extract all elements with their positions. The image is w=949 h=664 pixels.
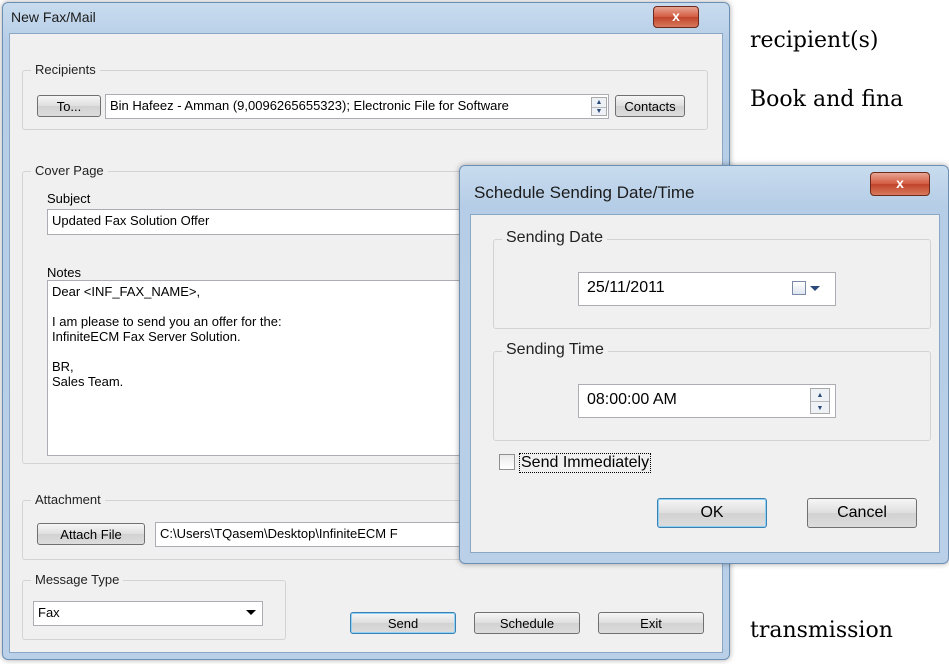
ok-button-label: OK (700, 504, 724, 521)
chevron-down-icon[interactable] (810, 286, 820, 291)
attachment-group-label: Attachment (31, 492, 105, 507)
subject-value: Updated Fax Solution Offer (52, 213, 210, 228)
cancel-button[interactable]: Cancel (807, 498, 917, 528)
schedule-dialog: Schedule Sending Date/Time x Sending Dat… (459, 165, 949, 564)
close-icon: x (672, 8, 680, 24)
close-button[interactable]: x (653, 6, 699, 28)
window-title: New Fax/Mail (11, 9, 96, 25)
message-type-group: Message Type Fax (22, 572, 286, 640)
recipients-value: Bin Hafeez - Amman (9,0096265655323); El… (110, 98, 509, 113)
close-icon: x (896, 175, 904, 191)
recipients-field[interactable]: Bin Hafeez - Amman (9,0096265655323); El… (105, 94, 609, 119)
subject-label: Subject (47, 191, 91, 206)
attach-file-button-label: Attach File (60, 527, 122, 542)
send-immediately-label[interactable]: Send Immediately (519, 453, 652, 473)
spin-down-icon[interactable]: ▼ (592, 108, 606, 117)
exit-button[interactable]: Exit (598, 612, 704, 634)
sending-date-label: Sending Date (502, 229, 607, 247)
send-button[interactable]: Send (350, 612, 456, 634)
send-immediately-checkbox[interactable] (499, 454, 515, 470)
notes-label: Notes (47, 265, 81, 280)
exit-button-label: Exit (640, 616, 662, 631)
schedule-client-area: Sending Date 25/11/2011 Sending Time 08:… (470, 214, 940, 553)
sending-time-value: 08:00:00 AM (587, 391, 677, 408)
spin-down-icon[interactable]: ▼ (811, 402, 829, 414)
sending-time-group: Sending Time 08:00:00 AM ▲ ▼ (493, 341, 931, 441)
contacts-button-label: Contacts (624, 99, 676, 114)
bg-text-recipients: recipient(s) (750, 28, 879, 53)
schedule-close-button[interactable]: x (870, 172, 930, 196)
schedule-button-label: Schedule (499, 616, 555, 631)
ok-button[interactable]: OK (657, 498, 767, 528)
recipients-spin[interactable]: ▲ ▼ (591, 97, 607, 116)
recipients-group: Recipients To... Bin Hafeez - Amman (9,0… (22, 62, 708, 130)
sending-date-value: 25/11/2011 (587, 279, 665, 296)
bg-text-transmission: transmission (750, 618, 893, 643)
message-type-select[interactable]: Fax (33, 601, 263, 626)
cover-page-group-label: Cover Page (31, 163, 108, 178)
contacts-button[interactable]: Contacts (615, 95, 685, 117)
sending-time-label: Sending Time (502, 341, 608, 359)
schedule-dialog-title: Schedule Sending Date/Time (474, 183, 695, 202)
message-type-group-label: Message Type (31, 572, 124, 587)
schedule-button[interactable]: Schedule (474, 612, 580, 634)
calendar-icon[interactable] (792, 281, 806, 295)
send-button-label: Send (387, 616, 419, 631)
spin-up-icon[interactable]: ▲ (811, 389, 829, 402)
time-spin[interactable]: ▲ ▼ (810, 388, 830, 414)
cancel-button-label: Cancel (837, 504, 887, 521)
spin-up-icon[interactable]: ▲ (592, 98, 606, 108)
attachment-path-value: C:\Users\TQasem\Desktop\InfiniteECM F (160, 526, 398, 541)
sending-time-input[interactable]: 08:00:00 AM (578, 384, 836, 418)
chevron-down-icon[interactable] (246, 610, 256, 615)
to-button-label: To... (56, 99, 82, 114)
to-button[interactable]: To... (37, 95, 101, 117)
bg-text-book: Book and fina (750, 87, 904, 112)
message-type-value: Fax (38, 605, 60, 620)
attach-file-button[interactable]: Attach File (37, 523, 145, 545)
sending-date-group: Sending Date 25/11/2011 (493, 229, 931, 329)
recipients-group-label: Recipients (31, 62, 100, 77)
